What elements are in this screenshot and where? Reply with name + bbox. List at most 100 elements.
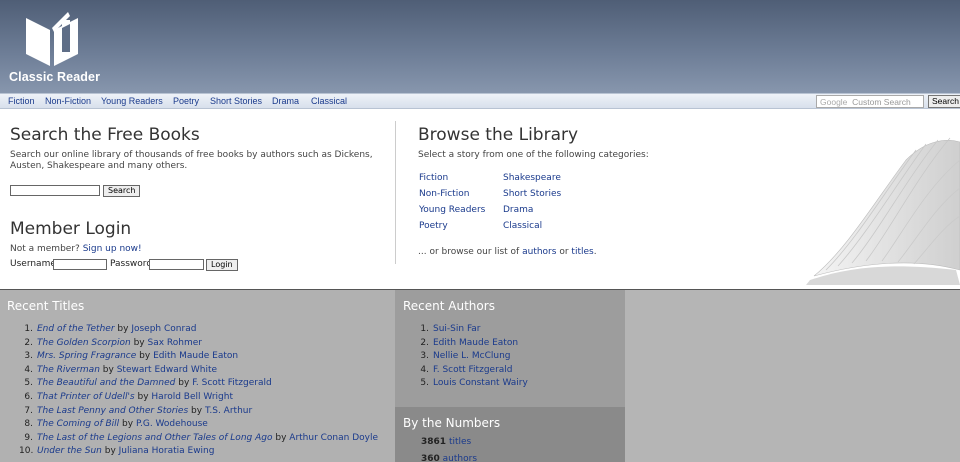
browse-classical[interactable]: Classical [503,221,542,231]
author-link[interactable]: Arthur Conan Doyle [289,433,378,443]
browse-authors-link[interactable]: authors [522,247,556,257]
browse-fiction[interactable]: Fiction [419,173,448,183]
author-link[interactable]: Nellie L. McClung [433,351,511,361]
not-member-line: Not a member? Sign up now! [10,244,142,255]
username-input[interactable] [53,259,107,270]
by-text: by [104,446,116,457]
nav-non-fiction[interactable]: Non-Fiction [45,96,91,106]
authors-count-link[interactable]: authors [443,454,477,462]
list-number: 1. [420,324,429,334]
section-divider [395,121,396,264]
book-title-link[interactable]: The Coming of Bill [37,419,119,429]
browse-titles-link[interactable]: titles [571,247,593,257]
recent-author-item: 1. Sui-Sin Far [415,324,481,334]
list-number: 1. [24,324,33,334]
list-number: 10. [19,446,34,457]
nav-fiction[interactable]: Fiction [8,96,35,106]
nav-short-stories[interactable]: Short Stories [210,96,262,106]
username-label: Username [10,259,56,269]
list-number: 7. [24,405,33,416]
browse-non-fiction[interactable]: Non-Fiction [419,189,469,199]
nav-drama[interactable]: Drama [272,96,299,106]
book-title-link[interactable]: The Last Penny and Other Stories [37,406,188,416]
list-number: 8. [24,419,33,430]
book-search-input[interactable] [10,185,100,196]
recent-title-item: 1. End of the Tether by Joseph Conrad [19,324,196,334]
book-title-link[interactable]: The Golden Scorpion [37,338,131,348]
browse-more-line: ... or browse our list of authors or tit… [418,247,597,258]
authors-count: 360 [421,454,440,462]
list-number: 3. [24,351,33,362]
browse-more-or: or [559,247,569,257]
titles-count-link[interactable]: titles [449,437,471,447]
author-link[interactable]: P.G. Wodehouse [136,419,208,429]
by-text: by [191,405,203,416]
list-number: 9. [24,432,33,443]
author-link[interactable]: Edith Maude Eaton [153,351,238,361]
author-link[interactable]: Sui-Sin Far [433,324,481,334]
recent-title-item: 10. Under the Sun by Juliana Horatia Ewin… [19,446,214,456]
google-label: Google [820,97,848,107]
author-link[interactable]: Juliana Horatia Ewing [119,446,215,456]
author-link[interactable]: Edith Maude Eaton [433,338,518,348]
author-link[interactable]: Stewart Edward White [117,365,217,375]
recent-title-item: 3. Mrs. Spring Fragrance by Edith Maude E… [19,351,238,361]
list-number: 6. [24,392,33,402]
book-title-link[interactable]: Under the Sun [37,446,102,456]
password-label: Password [110,259,153,269]
login-button[interactable]: Login [206,259,238,271]
author-link[interactable]: F. Scott Fitzgerald [433,365,513,375]
recent-title-item: 4. The Riverman by Stewart Edward White [19,365,217,375]
nav-search-button[interactable]: Search [928,95,960,108]
browse-short-stories[interactable]: Short Stories [503,189,561,199]
recent-authors-title: Recent Authors [403,299,495,313]
browse-shakespeare[interactable]: Shakespeare [503,173,561,183]
open-book-image [806,137,960,285]
author-link[interactable]: T.S. Arthur [205,406,252,416]
author-link[interactable]: Harold Bell Wright [151,392,233,402]
by-text: by [178,378,190,389]
authors-count-row: 360 authors [421,454,477,462]
nav-poetry[interactable]: Poetry [173,96,199,106]
author-link[interactable]: F. Scott Fitzgerald [192,378,272,388]
browse-young-readers[interactable]: Young Readers [419,205,485,215]
recent-title-item: 2. The Golden Scorpion by Sax Rohmer [19,338,202,348]
nav-young-readers[interactable]: Young Readers [101,96,163,106]
book-search-button[interactable]: Search [103,185,141,197]
numbers-title: By the Numbers [403,416,501,430]
list-number: 5. [24,378,33,389]
book-title-link[interactable]: Mrs. Spring Fragrance [37,351,136,361]
site-header: Classic Reader [0,0,960,93]
list-number: 2. [420,337,429,348]
password-input[interactable] [149,259,204,270]
titles-count-row: 3861 titles [421,437,471,447]
recent-title-item: 9. The Last of the Legions and Other Tale… [19,433,378,443]
list-number: 4. [420,364,429,375]
custom-search-input[interactable]: Google Custom Search [816,95,924,108]
browse-desc: Select a story from one of the following… [418,150,649,160]
recent-title-item: 5. The Beautiful and the Damned by F. Sco… [19,378,272,389]
search-placeholder: Custom Search [852,97,911,107]
book-title-link[interactable]: The Riverman [37,365,100,375]
book-title-link[interactable]: The Last of the Legions and Other Tales … [37,433,272,443]
author-link[interactable]: Joseph Conrad [131,324,196,334]
recent-title-item: 6. That Printer of Udell's by Harold Bell… [19,392,233,402]
recent-author-item: 3. Nellie L. McClung [415,351,511,361]
author-link[interactable]: Louis Constant Wairy [433,378,528,388]
book-title-link[interactable]: The Beautiful and the Damned [37,378,175,388]
search-section-title: Search the Free Books [10,125,200,145]
signup-link[interactable]: Sign up now! [83,244,142,254]
titles-count: 3861 [421,437,447,447]
search-desc-line1: Search our online library of thousands o… [10,150,373,160]
by-text: by [139,351,151,362]
book-title-link[interactable]: That Printer of Udell's [37,392,135,402]
browse-drama[interactable]: Drama [503,205,533,215]
nav-classical[interactable]: Classical [311,96,347,106]
author-link[interactable]: Sax Rohmer [147,338,201,348]
book-icon[interactable] [22,8,82,70]
list-number: 2. [24,337,33,348]
browse-poetry[interactable]: Poetry [419,221,448,231]
login-title: Member Login [10,219,132,239]
book-title-link[interactable]: End of the Tether [37,324,115,334]
site-logo-text[interactable]: Classic Reader [9,70,100,84]
